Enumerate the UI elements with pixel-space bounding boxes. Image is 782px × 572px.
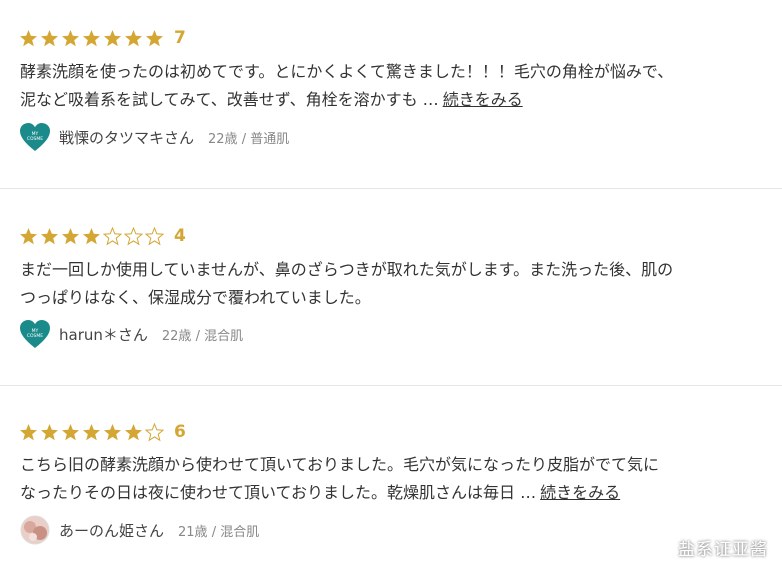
star-filled-icon bbox=[19, 29, 38, 48]
read-more-link[interactable]: 続きをみる bbox=[540, 483, 620, 502]
star-filled-icon bbox=[19, 227, 38, 246]
review-text-line: 泥など吸着系を試してみて、改善せず、角栓を溶かすも … bbox=[20, 90, 439, 109]
star-filled-icon bbox=[40, 29, 59, 48]
star-filled-icon bbox=[40, 423, 59, 442]
reviewer-name[interactable]: 戦慄のタツマキさん bbox=[59, 127, 194, 148]
star-filled-icon bbox=[61, 227, 80, 246]
read-more-link[interactable]: 続きをみる bbox=[443, 90, 523, 109]
reviewer-meta: 21歳 / 混合肌 bbox=[178, 524, 260, 540]
reviewer-meta: 22歳 / 混合肌 bbox=[161, 328, 244, 344]
reviewer-name[interactable]: harun＊さん bbox=[59, 324, 148, 345]
reviewer-meta: 22歳 / 普通肌 bbox=[208, 131, 290, 147]
heart-badge-icon: MY COSME bbox=[19, 319, 51, 349]
star-empty-icon bbox=[145, 422, 164, 442]
star-filled-icon bbox=[145, 29, 164, 48]
photo-avatar bbox=[19, 515, 51, 545]
review-text-line: こちら旧の酵素洗顔から使わせて頂いておりました。毛穴が気になったり皮脂がでて気に bbox=[20, 455, 660, 474]
star-filled-icon bbox=[61, 423, 80, 442]
review-text-line: つっぱりはなく、保湿成分で覆われていました。 bbox=[20, 288, 371, 307]
review-text: 酵素洗顔を使ったのは初めてです。とにかくよくて驚きました！！！毛穴の角栓が悩みで… bbox=[20, 58, 760, 114]
svg-text:COSME: COSME bbox=[27, 333, 43, 339]
star-empty-icon bbox=[145, 226, 164, 246]
reviewer: MY COSME harun＊さん 22歳 / 混合肌 bbox=[19, 319, 243, 349]
review-text: まだ一回しか使用していませんが、鼻のざらつきが取れた気がします。また洗った後、肌… bbox=[20, 256, 760, 312]
star-filled-icon bbox=[124, 423, 143, 442]
review-text: こちら旧の酵素洗顔から使わせて頂いておりました。毛穴が気になったり皮脂がでて気に… bbox=[20, 451, 760, 507]
rating-row: 6 bbox=[19, 420, 186, 444]
svg-text:COSME: COSME bbox=[27, 136, 43, 142]
review-text-line: まだ一回しか使用していませんが、鼻のざらつきが取れた気がします。また洗った後、肌… bbox=[20, 260, 674, 279]
star-rating bbox=[19, 422, 166, 442]
star-filled-icon bbox=[103, 423, 122, 442]
reviewer: あーのん姫さん 21歳 / 混合肌 bbox=[19, 515, 259, 545]
star-rating bbox=[19, 226, 166, 246]
rating-row: 7 bbox=[19, 26, 186, 50]
star-empty-icon bbox=[103, 226, 122, 246]
heart-badge-icon: MY COSME bbox=[19, 122, 51, 152]
review-text-line: なったりその日は夜に使わせて頂いておりました。乾燥肌さんは毎日 … bbox=[20, 483, 537, 502]
rating-row: 4 bbox=[19, 224, 186, 248]
review-item: 4 まだ一回しか使用していませんが、鼻のざらつきが取れた気がします。また洗った後… bbox=[0, 189, 782, 385]
star-filled-icon bbox=[82, 423, 101, 442]
rating-score: 7 bbox=[174, 28, 186, 48]
review-item: 6 こちら旧の酵素洗顔から使わせて頂いておりました。毛穴が気になったり皮脂がでて… bbox=[0, 386, 782, 572]
star-filled-icon bbox=[19, 423, 38, 442]
rating-score: 4 bbox=[174, 226, 186, 246]
star-filled-icon bbox=[103, 29, 122, 48]
star-filled-icon bbox=[82, 29, 101, 48]
star-filled-icon bbox=[82, 227, 101, 246]
rating-score: 6 bbox=[174, 422, 186, 442]
star-filled-icon bbox=[61, 29, 80, 48]
review-text-line: 酵素洗顔を使ったのは初めてです。とにかくよくて驚きました！！！毛穴の角栓が悩みで… bbox=[20, 62, 674, 81]
reviewer: MY COSME 戦慄のタツマキさん 22歳 / 普通肌 bbox=[19, 122, 289, 152]
review-item: 7 酵素洗顔を使ったのは初めてです。とにかくよくて驚きました！！！毛穴の角栓が悩… bbox=[0, 0, 782, 188]
star-empty-icon bbox=[124, 226, 143, 246]
star-filled-icon bbox=[124, 29, 143, 48]
reviewer-name[interactable]: あーのん姫さん bbox=[59, 520, 164, 541]
star-filled-icon bbox=[40, 227, 59, 246]
star-rating bbox=[19, 29, 166, 48]
watermark: 盐系证亚酱 bbox=[678, 540, 768, 560]
